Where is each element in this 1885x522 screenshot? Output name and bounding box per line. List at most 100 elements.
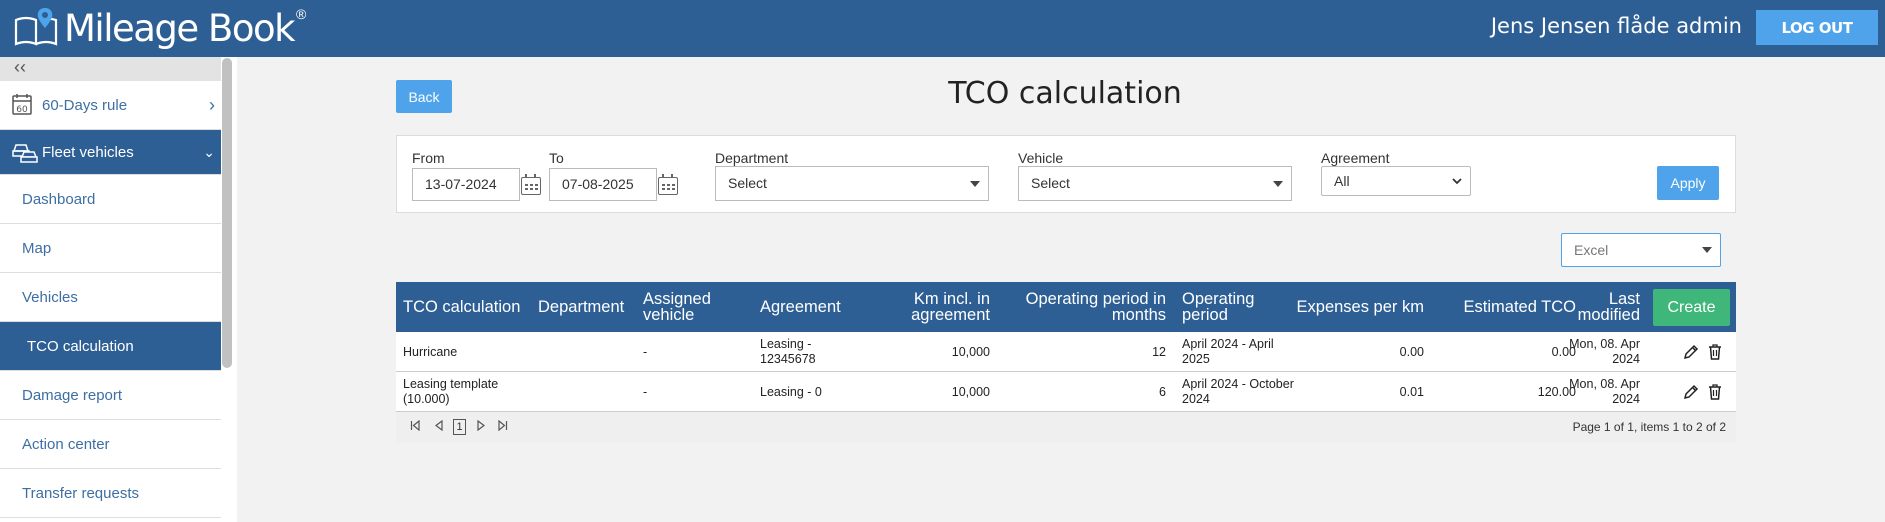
chevron-right-icon: › [209, 94, 215, 115]
calendar-icon[interactable] [658, 174, 678, 195]
sidebar-item-label: 60-Days rule [42, 96, 128, 114]
cell-last-modified: Mon, 08. Apr 2024 [1569, 377, 1640, 406]
sidebar-item-label: Damage report [22, 386, 123, 404]
apply-button[interactable]: Apply [1657, 166, 1719, 200]
from-date-input[interactable]: 13-07-2024 [412, 168, 520, 201]
top-bar: Mileage Book ® Jens Jensen flåde admin L… [0, 0, 1885, 57]
create-button[interactable]: Create [1653, 289, 1730, 326]
cell-period: April 2024 - October 2024 [1182, 377, 1294, 406]
column-header-tco-calculation[interactable]: TCO calculation [403, 282, 533, 332]
back-button[interactable]: Back [396, 80, 452, 113]
app-name: Mileage Book [64, 6, 296, 50]
vehicle-label: Vehicle [1018, 150, 1064, 166]
cell-expenses: 0.01 [1399, 384, 1424, 399]
book-pin-icon [14, 8, 58, 46]
next-page-icon[interactable] [476, 420, 486, 431]
sidebar-item-transfer-requests[interactable]: Transfer requests [0, 469, 221, 518]
cell-agreement: Leasing - 0 [760, 384, 822, 399]
tco-table: TCO calculation Department Assigned vehi… [396, 282, 1736, 443]
sidebar-item-label: Dashboard [22, 190, 96, 208]
cell-km: 10,000 [951, 344, 990, 359]
column-header-expenses-per-km[interactable]: Expenses per km [1296, 282, 1424, 332]
agreement-select-value: All [1334, 173, 1350, 189]
previous-page-icon[interactable] [434, 420, 444, 431]
sidebar: ‹‹ 60 60-Days rule › Fleet vehicles ⌄ Da… [0, 57, 237, 522]
sidebar-item-60-days-rule[interactable]: 60 60-Days rule › [0, 81, 221, 130]
from-label: From [412, 150, 445, 166]
double-chevron-left-icon: ‹‹ [14, 57, 26, 77]
cell-tco-name: Leasing template (10.000) [403, 377, 499, 406]
table-row[interactable]: Leasing template (10.000) - Leasing - 0 … [396, 372, 1736, 412]
cell-expenses: 0.00 [1399, 344, 1424, 359]
trash-icon[interactable] [1706, 383, 1724, 401]
column-header-km-included[interactable]: Km incl. in agreement [880, 282, 990, 332]
column-header-operating-months[interactable]: Operating period in months [996, 282, 1166, 332]
sidebar-item-label: TCO calculation [27, 337, 134, 355]
agreement-select[interactable]: All [1321, 166, 1471, 196]
cell-months: 12 [1152, 344, 1166, 359]
sidebar-item-map[interactable]: Map [0, 224, 221, 273]
trash-icon[interactable] [1706, 343, 1724, 361]
sidebar-item-label: Vehicles [22, 288, 78, 306]
export-select[interactable]: Excel [1561, 233, 1721, 267]
page-title: TCO calculation [948, 76, 1182, 111]
vehicle-select-value: Select [1031, 175, 1070, 191]
sidebar-item-vehicles[interactable]: Vehicles [0, 273, 221, 322]
cell-vehicle: - [643, 384, 648, 399]
sidebar-item-label: Map [22, 239, 52, 257]
vehicle-select[interactable]: Select [1018, 166, 1292, 201]
chevron-down-icon: ⌄ [203, 143, 215, 160]
column-header-operating-period[interactable]: Operating period [1182, 282, 1282, 332]
table-row[interactable]: Hurricane - Leasing - 12345678 10,000 12… [396, 332, 1736, 372]
sidebar-item-tco-calculation[interactable]: TCO calculation [0, 322, 221, 371]
pencil-icon[interactable] [1682, 343, 1700, 361]
sidebar-item-action-center[interactable]: Action center [0, 420, 221, 469]
first-page-icon[interactable] [410, 420, 420, 431]
filter-panel: From 13-07-2024 To 07-08-2025 Department… [396, 135, 1736, 213]
cell-department [538, 372, 628, 412]
calendar-icon[interactable] [521, 174, 541, 195]
user-name: Jens Jensen flåde admin [1490, 14, 1742, 38]
sidebar-scrollbar[interactable] [222, 58, 232, 368]
department-label: Department [715, 150, 789, 166]
cell-department [538, 332, 628, 372]
export-select-value: Excel [1574, 242, 1609, 258]
sidebar-item-damage-report[interactable]: Damage report [0, 371, 221, 420]
current-page-button[interactable]: 1 [453, 419, 466, 435]
collapse-sidebar-button[interactable]: ‹‹ [0, 57, 221, 81]
sidebar-item-label: Transfer requests [22, 484, 139, 502]
registered-mark: ® [296, 6, 307, 22]
caret-down-icon [1702, 247, 1712, 253]
sidebar-item-fleet-vehicles[interactable]: Fleet vehicles ⌄ [0, 130, 221, 175]
pager: 1 Page 1 of 1, items 1 to 2 of 2 [396, 412, 1736, 443]
to-date-input[interactable]: 07-08-2025 [549, 168, 657, 201]
column-header-department[interactable]: Department [538, 282, 628, 332]
cell-period: April 2024 - April 2025 [1182, 337, 1274, 366]
table-header: TCO calculation Department Assigned vehi… [396, 282, 1736, 332]
pager-info: Page 1 of 1, items 1 to 2 of 2 [1572, 420, 1726, 434]
svg-text:60: 60 [16, 105, 28, 115]
calendar-60-icon: 60 [12, 94, 32, 115]
sidebar-item-dashboard[interactable]: Dashboard [0, 175, 221, 224]
to-label: To [549, 150, 564, 166]
column-header-estimated-tco[interactable]: Estimated TCO [1436, 282, 1576, 332]
logo[interactable]: Mileage Book ® [12, 4, 306, 52]
column-header-assigned-vehicle[interactable]: Assigned vehicle [643, 282, 723, 332]
caret-down-icon [970, 181, 980, 187]
logout-button[interactable]: LOG OUT [1756, 10, 1878, 45]
cell-agreement: Leasing - 12345678 [760, 337, 816, 366]
cell-last-modified: Mon, 08. Apr 2024 [1569, 337, 1640, 366]
column-header-agreement[interactable]: Agreement [760, 282, 870, 332]
cell-estimated-tco: 120.00 [1537, 384, 1576, 399]
cell-tco-name: Hurricane [403, 344, 458, 359]
sidebar-item-label: Fleet vehicles [42, 143, 134, 161]
column-header-last-modified[interactable]: Last modified [1576, 282, 1640, 332]
fleet-cars-icon [12, 144, 38, 163]
sidebar-item-label: Action center [22, 435, 110, 453]
department-select[interactable]: Select [715, 166, 989, 201]
cell-vehicle: - [643, 344, 648, 359]
last-page-icon[interactable] [498, 420, 508, 431]
cell-months: 6 [1159, 384, 1166, 399]
pencil-icon[interactable] [1682, 383, 1700, 401]
chevron-down-icon [1452, 178, 1462, 185]
